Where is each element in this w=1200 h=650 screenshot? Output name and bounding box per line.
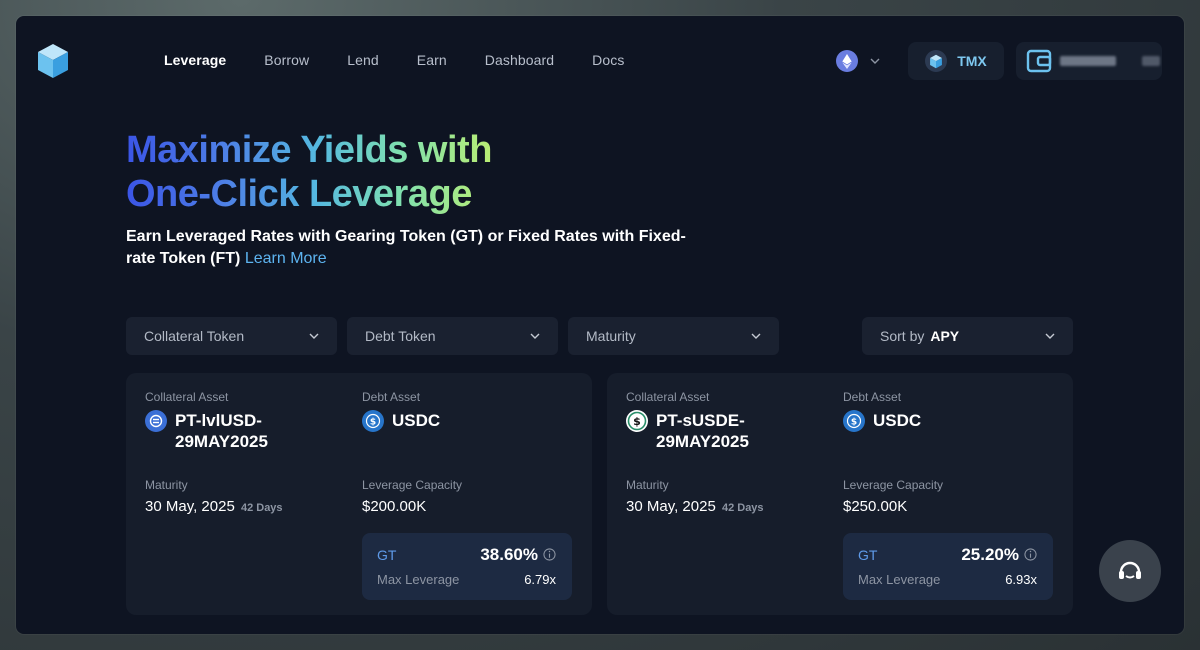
collateral-asset-name: PT-sUSDE- 29MAY2025: [656, 410, 749, 452]
term-logo-icon[interactable]: [36, 42, 70, 80]
market-card[interactable]: Collateral Asset PT-lvlUSD- 29MAY2025 De…: [126, 373, 592, 615]
wallet-button[interactable]: [1016, 42, 1162, 80]
hero-title: Maximize Yields with One-Click Leverage: [126, 128, 506, 216]
main-nav: Leverage Borrow Lend Earn Dashboard Docs: [164, 52, 662, 68]
collateral-name-line2: 29MAY2025: [656, 432, 749, 451]
market-card[interactable]: Collateral Asset $ PT-sUSDE- 29MAY2025 D…: [607, 373, 1073, 615]
collateral-name-line1: PT-lvlUSD-: [175, 411, 262, 430]
maturity-filter-label: Maturity: [586, 328, 636, 344]
gt-apy-box[interactable]: GT 38.60% Max Leverage 6.79x: [362, 533, 572, 600]
sort-prefix: Sort by: [880, 328, 925, 344]
leverage-capacity-value: $250.00K: [843, 498, 908, 515]
nav-docs[interactable]: Docs: [592, 52, 624, 68]
info-icon[interactable]: [543, 548, 556, 561]
tmx-button[interactable]: TMX: [908, 42, 1004, 80]
gt-apy-value: 38.60%: [480, 545, 538, 564]
lvlusd-coin-icon: [145, 410, 167, 432]
maturity-value: 30 May, 2025 42 Days: [145, 498, 283, 515]
tmx-token-icon: [925, 50, 948, 72]
debt-asset: $ USDC: [843, 410, 921, 432]
svg-text:$: $: [851, 418, 857, 428]
debt-token-filter[interactable]: Debt Token: [347, 317, 558, 355]
collateral-token-filter[interactable]: Collateral Token: [126, 317, 337, 355]
maturity-label: Maturity: [626, 478, 669, 492]
chevron-down-icon: [1045, 333, 1055, 339]
nav-leverage[interactable]: Leverage: [164, 52, 226, 68]
max-leverage-label: Max Leverage: [377, 572, 460, 587]
collateral-filter-label: Collateral Token: [144, 328, 245, 344]
hero-section: Maximize Yields with One-Click Leverage …: [126, 128, 686, 270]
collateral-asset: PT-lvlUSD- 29MAY2025: [145, 410, 268, 452]
usdc-coin-icon: $: [362, 410, 384, 432]
debt-asset: $ USDC: [362, 410, 440, 432]
max-leverage-label: Max Leverage: [858, 572, 941, 587]
chevron-down-icon: [530, 333, 540, 339]
nav-earn[interactable]: Earn: [417, 52, 447, 68]
debt-asset-name: USDC: [873, 411, 922, 430]
collateral-name-line1: PT-sUSDE-: [656, 411, 745, 430]
max-leverage-value: 6.79x: [524, 572, 556, 587]
maturity-days: 42 Days: [240, 502, 283, 514]
learn-more-link[interactable]: Learn More: [245, 250, 327, 267]
nav-borrow[interactable]: Borrow: [264, 52, 309, 68]
maturity-label: Maturity: [145, 478, 188, 492]
sort-by-select[interactable]: Sort by APY: [862, 317, 1073, 355]
chevron-down-icon: [751, 333, 761, 339]
debt-asset-name: USDC: [392, 411, 441, 430]
gt-label: GT: [858, 547, 878, 563]
support-chat-button[interactable]: [1099, 540, 1161, 602]
maturity-filter[interactable]: Maturity: [568, 317, 779, 355]
debt-filter-label: Debt Token: [365, 328, 436, 344]
leverage-capacity-label: Leverage Capacity: [362, 478, 463, 492]
usdc-coin-icon: $: [843, 410, 865, 432]
hero-subtitle: Earn Leveraged Rates with Gearing Token …: [126, 226, 686, 270]
app-window: Leverage Borrow Lend Earn Dashboard Docs…: [16, 16, 1184, 634]
hero-title-line1: Maximize Yields with: [126, 129, 492, 171]
svg-text:$: $: [633, 415, 641, 428]
leverage-capacity-value: $200.00K: [362, 498, 427, 515]
svg-text:$: $: [370, 418, 376, 428]
debt-asset-label: Debt Asset: [362, 390, 421, 404]
sort-value: APY: [930, 328, 960, 344]
chevron-down-icon: [309, 333, 319, 339]
susde-coin-icon: $: [626, 410, 648, 432]
gt-apy-value: 25.20%: [961, 545, 1019, 564]
nav-lend[interactable]: Lend: [347, 52, 379, 68]
hero-title-line2: One-Click Leverage: [126, 173, 472, 215]
collateral-asset-label: Collateral Asset: [626, 390, 710, 404]
chain-selector[interactable]: [836, 50, 880, 72]
headset-support-icon: [1119, 561, 1141, 579]
leverage-capacity-label: Leverage Capacity: [843, 478, 944, 492]
maturity-date: 30 May, 2025: [626, 498, 716, 515]
maturity-date: 30 May, 2025: [145, 498, 235, 515]
debt-asset-label: Debt Asset: [843, 390, 902, 404]
collateral-asset-name: PT-lvlUSD- 29MAY2025: [175, 410, 268, 452]
wallet-icon: [1026, 49, 1052, 73]
hero-subtitle-text: Earn Leveraged Rates with Gearing Token …: [126, 228, 686, 267]
collateral-asset-label: Collateral Asset: [145, 390, 229, 404]
wallet-address-redacted: [1060, 56, 1116, 66]
maturity-days: 42 Days: [721, 502, 764, 514]
nav-dashboard[interactable]: Dashboard: [485, 52, 554, 68]
sort-by-text: Sort by APY: [880, 328, 959, 344]
tmx-label: TMX: [957, 53, 987, 69]
maturity-value: 30 May, 2025 42 Days: [626, 498, 764, 515]
ethereum-icon: [836, 50, 858, 72]
info-icon[interactable]: [1024, 548, 1037, 561]
max-leverage-value: 6.93x: [1005, 572, 1037, 587]
gt-label: GT: [377, 547, 397, 563]
wallet-balance-redacted: [1142, 56, 1160, 66]
collateral-asset: $ PT-sUSDE- 29MAY2025: [626, 410, 749, 452]
collateral-name-line2: 29MAY2025: [175, 432, 268, 451]
chevron-down-icon: [870, 58, 880, 64]
gt-apy-box[interactable]: GT 25.20% Max Leverage 6.93x: [843, 533, 1053, 600]
